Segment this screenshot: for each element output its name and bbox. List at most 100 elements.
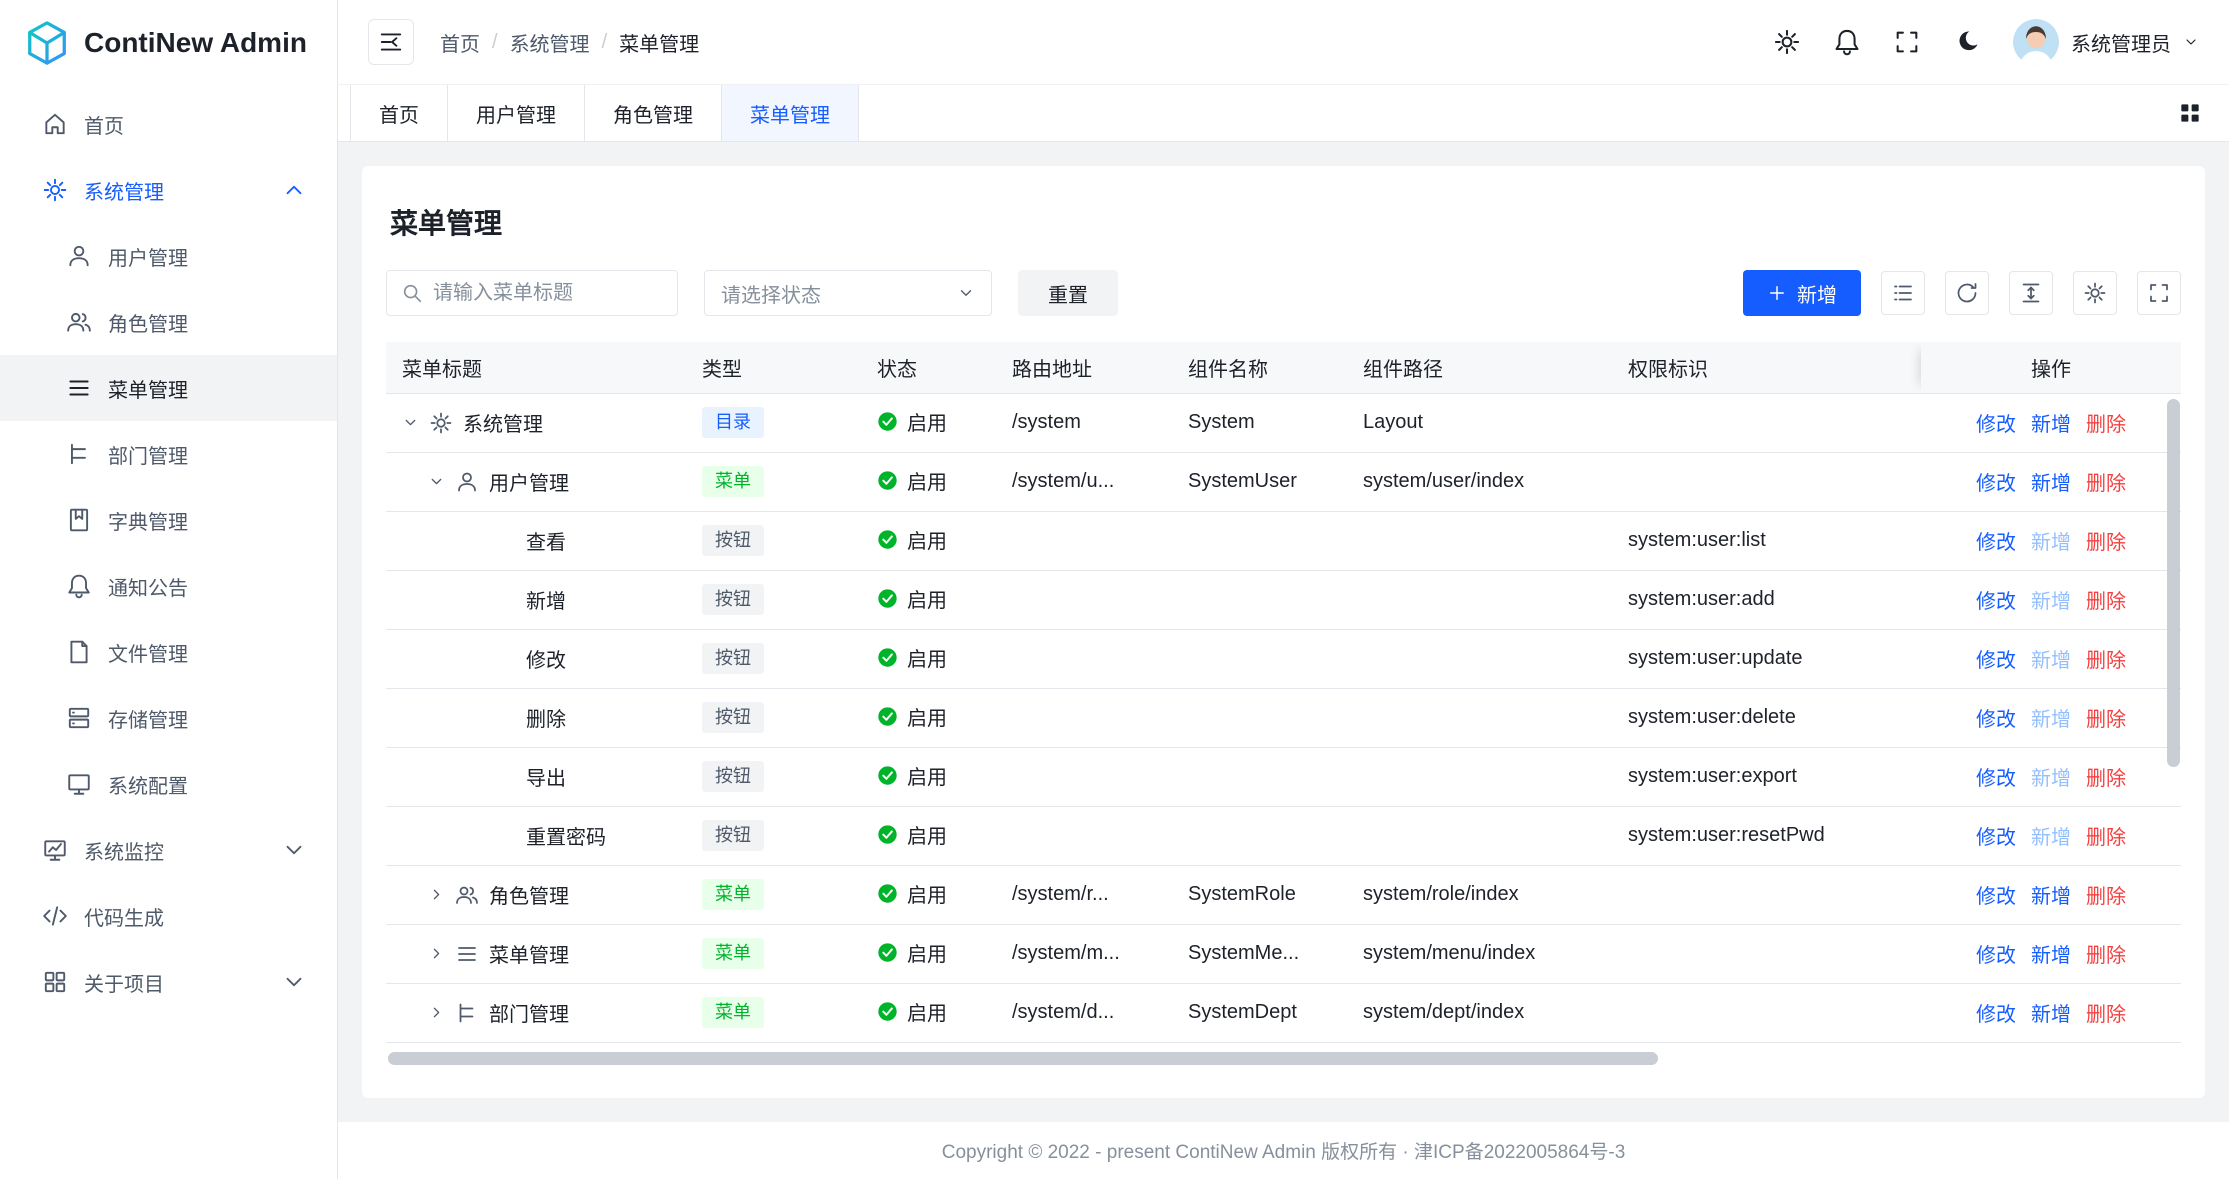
delete-link[interactable]: 删除 bbox=[2086, 526, 2126, 555]
collapse-row-icon[interactable] bbox=[402, 414, 419, 431]
delete-link[interactable]: 删除 bbox=[2086, 585, 2126, 614]
sidebar-item-0[interactable]: 首页 bbox=[0, 91, 337, 157]
modify-link[interactable]: 修改 bbox=[1976, 467, 2016, 496]
search-icon bbox=[401, 282, 423, 304]
tab-0[interactable]: 首页 bbox=[350, 85, 448, 141]
delete-link[interactable]: 删除 bbox=[2086, 408, 2126, 437]
fullscreen-button[interactable] bbox=[2137, 271, 2181, 315]
modify-link[interactable]: 修改 bbox=[1976, 880, 2016, 909]
delete-link[interactable]: 删除 bbox=[2086, 644, 2126, 673]
sidebar-item-11[interactable]: 系统监控 bbox=[0, 817, 337, 883]
tab-1[interactable]: 用户管理 bbox=[448, 85, 585, 141]
expand-row-icon[interactable] bbox=[428, 945, 445, 962]
sidebar-item-9[interactable]: 存储管理 bbox=[0, 685, 337, 751]
status-enabled: 启用 bbox=[877, 525, 947, 554]
sidebar-item-3[interactable]: 角色管理 bbox=[0, 289, 337, 355]
add-link[interactable]: 新增 bbox=[2031, 880, 2071, 909]
component-name-cell: SystemRole bbox=[1172, 865, 1347, 924]
modify-link[interactable]: 修改 bbox=[1976, 939, 2016, 968]
add-button[interactable]: 新增 bbox=[1743, 270, 1861, 316]
tab-3[interactable]: 菜单管理 bbox=[722, 85, 859, 141]
modify-link[interactable]: 修改 bbox=[1976, 408, 2016, 437]
sidebar-item-13[interactable]: 关于项目 bbox=[0, 949, 337, 1015]
modify-link[interactable]: 修改 bbox=[1976, 585, 2016, 614]
modify-link[interactable]: 修改 bbox=[1976, 998, 2016, 1027]
collapse-sidebar-button[interactable] bbox=[368, 19, 414, 65]
add-link[interactable]: 新增 bbox=[2031, 821, 2071, 850]
delete-link[interactable]: 删除 bbox=[2086, 880, 2126, 909]
notifications-button[interactable] bbox=[1833, 28, 1861, 56]
delete-link[interactable]: 删除 bbox=[2086, 467, 2126, 496]
vertical-scrollbar-thumb[interactable] bbox=[2167, 399, 2180, 767]
sidebar-item-2[interactable]: 用户管理 bbox=[0, 223, 337, 289]
column-header: 菜单标题 bbox=[386, 342, 686, 393]
main-area: 首页/系统管理/菜单管理 系统管理员 bbox=[338, 0, 2229, 1179]
row-height-button[interactable] bbox=[2009, 271, 2053, 315]
add-link[interactable]: 新增 bbox=[2031, 762, 2071, 791]
modify-link[interactable]: 修改 bbox=[1976, 821, 2016, 850]
users-icon bbox=[66, 309, 92, 335]
sidebar-item-7[interactable]: 通知公告 bbox=[0, 553, 337, 619]
app-root: ContiNew Admin 首页系统管理用户管理角色管理菜单管理部门管理字典管… bbox=[0, 0, 2229, 1179]
add-link[interactable]: 新增 bbox=[2031, 644, 2071, 673]
horizontal-scrollbar-thumb[interactable] bbox=[388, 1052, 1658, 1065]
collapse-row-icon[interactable] bbox=[428, 473, 445, 490]
sidebar-item-5[interactable]: 部门管理 bbox=[0, 421, 337, 487]
sidebar-item-8[interactable]: 文件管理 bbox=[0, 619, 337, 685]
sidebar-item-10[interactable]: 系统配置 bbox=[0, 751, 337, 817]
modify-link[interactable]: 修改 bbox=[1976, 644, 2016, 673]
add-link[interactable]: 新增 bbox=[2031, 526, 2071, 555]
menu-list-icon bbox=[66, 375, 92, 401]
modify-link[interactable]: 修改 bbox=[1976, 703, 2016, 732]
component-path-cell bbox=[1347, 570, 1612, 629]
modify-link[interactable]: 修改 bbox=[1976, 526, 2016, 555]
component-path-cell bbox=[1347, 688, 1612, 747]
breadcrumb: 首页/系统管理/菜单管理 bbox=[440, 28, 699, 57]
component-path-cell: system/dept/index bbox=[1347, 983, 1612, 1042]
add-link[interactable]: 新增 bbox=[2031, 585, 2071, 614]
list-button[interactable] bbox=[1881, 271, 1925, 315]
delete-link[interactable]: 删除 bbox=[2086, 703, 2126, 732]
dark-mode-button[interactable] bbox=[1953, 28, 1981, 56]
add-link[interactable]: 新增 bbox=[2031, 703, 2071, 732]
refresh-button[interactable] bbox=[1945, 271, 1989, 315]
delete-link[interactable]: 删除 bbox=[2086, 998, 2126, 1027]
table-row: 重置密码按钮启用system:user:resetPwd修改新增删除 bbox=[386, 806, 2181, 865]
logo[interactable]: ContiNew Admin bbox=[0, 0, 337, 85]
expand-row-icon[interactable] bbox=[428, 886, 445, 903]
add-link[interactable]: 新增 bbox=[2031, 467, 2071, 496]
sidebar-item-1[interactable]: 系统管理 bbox=[0, 157, 337, 223]
sidebar-item-6[interactable]: 字典管理 bbox=[0, 487, 337, 553]
user-menu[interactable]: 系统管理员 bbox=[2013, 19, 2199, 65]
status-select[interactable]: 请选择状态 bbox=[704, 270, 992, 316]
add-link[interactable]: 新增 bbox=[2031, 939, 2071, 968]
delete-link[interactable]: 删除 bbox=[2086, 762, 2126, 791]
breadcrumb-item[interactable]: 系统管理 bbox=[510, 28, 590, 57]
tab-actions-button[interactable] bbox=[2177, 85, 2229, 141]
type-badge: 菜单 bbox=[702, 879, 764, 910]
delete-link[interactable]: 删除 bbox=[2086, 821, 2126, 850]
type-badge: 菜单 bbox=[702, 938, 764, 969]
expand-row-icon[interactable] bbox=[428, 1004, 445, 1021]
add-link[interactable]: 新增 bbox=[2031, 408, 2071, 437]
sidebar-item-12[interactable]: 代码生成 bbox=[0, 883, 337, 949]
chevron-down-icon bbox=[281, 837, 307, 863]
sidebar-item-4[interactable]: 菜单管理 bbox=[0, 355, 337, 421]
permission-cell: system:user:list bbox=[1612, 511, 1921, 570]
delete-link[interactable]: 删除 bbox=[2086, 939, 2126, 968]
search-input[interactable] bbox=[433, 282, 663, 305]
fullscreen-button[interactable] bbox=[1893, 28, 1921, 56]
breadcrumb-item[interactable]: 菜单管理 bbox=[619, 28, 699, 57]
add-link[interactable]: 新增 bbox=[2031, 998, 2071, 1027]
type-badge: 按钮 bbox=[702, 525, 764, 556]
settings-button[interactable] bbox=[2073, 271, 2117, 315]
breadcrumb-item[interactable]: 首页 bbox=[440, 28, 480, 57]
tab-2[interactable]: 角色管理 bbox=[585, 85, 722, 141]
modify-link[interactable]: 修改 bbox=[1976, 762, 2016, 791]
settings-button[interactable] bbox=[1773, 28, 1801, 56]
reset-button[interactable]: 重置 bbox=[1018, 270, 1118, 316]
table-row: 用户管理菜单启用/system/u...SystemUsersystem/use… bbox=[386, 452, 2181, 511]
search-box[interactable] bbox=[386, 270, 678, 316]
content: 菜单管理 请选择状态 重置 新增 bbox=[338, 142, 2229, 1122]
sidebar-item-label: 首页 bbox=[84, 110, 307, 139]
